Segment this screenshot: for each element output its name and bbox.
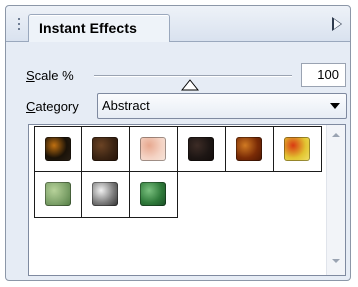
panel-menu-icon[interactable] <box>332 17 342 31</box>
effect-thumbnail-9 <box>140 182 166 206</box>
scale-label-mnemonic: S <box>26 68 35 83</box>
panel-title: Instant Effects <box>39 20 137 36</box>
effect-cell[interactable] <box>130 126 178 172</box>
effect-thumbnail-4 <box>188 137 214 161</box>
category-dropdown[interactable]: Abstract <box>97 93 347 119</box>
effect-thumbnail-8 <box>92 182 118 206</box>
tab-instant-effects[interactable]: Instant Effects <box>28 14 170 42</box>
effects-grid-panel <box>28 124 346 276</box>
instant-effects-panel: Instant Effects Scale % 100 Category Abs… <box>5 5 351 281</box>
chevron-down-icon <box>330 103 340 109</box>
effect-thumbnail-2 <box>92 137 118 161</box>
effect-cell[interactable] <box>274 126 322 172</box>
grip-handle-icon[interactable] <box>16 18 22 34</box>
effect-thumbnail-7 <box>45 182 71 206</box>
effect-cell[interactable] <box>34 126 82 172</box>
effect-cell[interactable] <box>34 172 82 218</box>
effect-cell[interactable] <box>226 126 274 172</box>
scale-value-input[interactable]: 100 <box>301 63 346 87</box>
category-selected-value: Abstract <box>102 98 150 113</box>
scroll-up-arrow-icon[interactable] <box>332 133 340 137</box>
effect-thumbnail-3 <box>140 137 166 161</box>
scroll-down-arrow-icon[interactable] <box>332 259 340 263</box>
effect-cell[interactable] <box>82 126 130 172</box>
scale-slider-thumb-icon[interactable] <box>181 79 199 91</box>
effects-scrollbar[interactable] <box>326 125 345 275</box>
category-label-text: ategory <box>35 99 79 114</box>
scale-label-text: cale % <box>34 68 74 83</box>
effect-thumbnail-6 <box>284 137 310 161</box>
category-label-mnemonic: C <box>26 99 36 114</box>
effect-thumbnail-5 <box>236 137 262 161</box>
effect-cell[interactable] <box>130 172 178 218</box>
effect-cell[interactable] <box>178 126 226 172</box>
scale-label: Scale % <box>26 68 74 83</box>
effects-thumbnail-grid <box>34 126 322 218</box>
effect-cell[interactable] <box>82 172 130 218</box>
effect-thumbnail-1 <box>45 137 71 161</box>
category-label: Category <box>26 99 79 114</box>
panel-tabstrip: Instant Effects <box>6 6 350 42</box>
scale-slider-track[interactable] <box>94 75 292 77</box>
